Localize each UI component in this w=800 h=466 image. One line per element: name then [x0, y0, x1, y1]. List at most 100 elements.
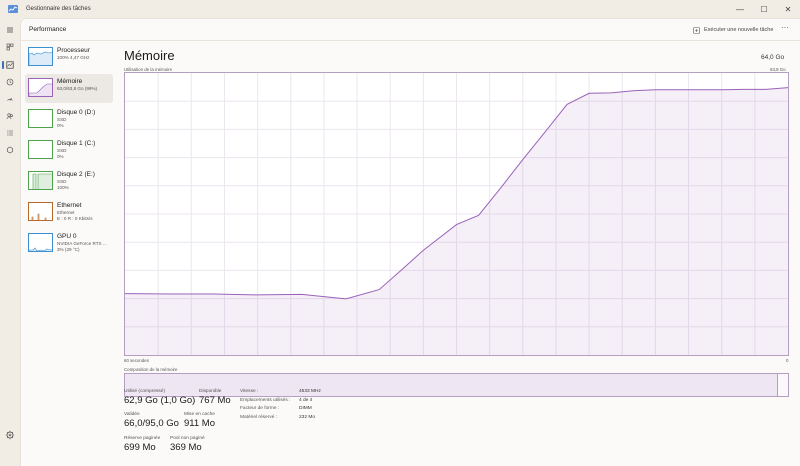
spec-row: Vitesse : 4533 MHz	[240, 389, 321, 398]
stat-available-value: 767 Mo	[199, 395, 231, 406]
stat-nonpaged-pool-value: 369 Mo	[170, 442, 202, 453]
sidebar-item-detail: 0%	[57, 153, 64, 159]
composition-free-segment	[778, 374, 788, 396]
sidebar-item-text: Disque 0 (D:) SSD 0%	[57, 105, 95, 134]
sidebar-item-name: GPU 0	[57, 233, 77, 240]
sidebar-sparkline-path	[29, 247, 52, 251]
task-manager-app-icon	[8, 5, 18, 13]
performance-icon[interactable]	[5, 60, 15, 70]
chart-axis-right: 0	[786, 358, 789, 363]
sidebar-sparkline	[31, 213, 47, 220]
sidebar-sparkline	[29, 247, 52, 251]
stat-in-use: Utilisé (compressé) 62,9 Go (1,0 Go)	[124, 389, 195, 406]
sidebar-item-text: Disque 1 (C:) SSD 0%	[57, 136, 95, 165]
sidebar-item-name: Disque 1 (C:)	[57, 140, 96, 147]
startup-icon[interactable]	[5, 94, 15, 104]
sidebar-sparkline-path	[32, 173, 52, 189]
run-new-task-label: Exécuter une nouvelle tâche	[704, 27, 774, 33]
detail-title: Mémoire	[124, 48, 175, 63]
sidebar-item-name: Ethernet	[57, 202, 82, 209]
sidebar-item-m-moire[interactable]: Mémoire 63,0/63,8 Go (99%)	[25, 74, 113, 103]
sidebar-sparkline-path	[31, 213, 47, 220]
spec-value: 4533 MHz	[299, 389, 321, 394]
sidebar-item-detail: 0%	[57, 122, 64, 128]
stat-in-use-value: 62,9 Go (1,0 Go)	[124, 395, 196, 406]
sidebar-sparkline-path	[29, 83, 52, 96]
sidebar-sparkline	[32, 173, 52, 189]
hamburger-icon[interactable]	[5, 25, 15, 35]
stat-available: Disponible 767 Mo	[199, 389, 231, 406]
spec-row: Emplacements utilisés : 4 de 4	[240, 398, 321, 407]
navigation-rail	[0, 18, 20, 466]
sidebar-item-detail: 100% 4,47 GHz	[57, 54, 90, 60]
memory-specs: Vitesse : 4533 MHz Emplacements utilisés …	[240, 389, 321, 423]
memory-usage-chart	[124, 72, 789, 356]
sidebar-thumbnail	[28, 78, 53, 97]
maximize-button[interactable]: ☐	[752, 0, 776, 18]
sidebar-item-detail: NVIDIA GeForce RTX ...	[57, 240, 107, 246]
spec-key: Matériel réservé :	[240, 414, 278, 420]
memory-total: 64,0 Go	[761, 54, 785, 61]
sidebar-item-disque-1-c[interactable]: Disque 1 (C:) SSD 0%	[25, 136, 113, 165]
spec-key: Facteur de forme :	[240, 406, 280, 411]
spec-key: Emplacements utilisés :	[240, 397, 291, 403]
sidebar-item-text: Disque 2 (E:) SSD 100%	[57, 167, 95, 196]
rail-selection-indicator	[2, 61, 4, 69]
stat-cached-value: 911 Mo	[184, 418, 215, 429]
memory-usage-svg	[125, 73, 788, 355]
page-title: Performance	[29, 26, 67, 33]
sidebar-item-name: Disque 2 (E:)	[57, 171, 95, 178]
sidebar-sparkline-path	[29, 51, 52, 65]
sidebar-item-gpu-0[interactable]: GPU 0 NVIDIA GeForce RTX ... 3% (29 °C)	[25, 229, 113, 258]
sidebar-item-detail: E : 0 R : 0 Kbits/s	[57, 215, 93, 221]
sidebar-item-name: Disque 0 (D:)	[57, 109, 96, 116]
sidebar-item-text: Mémoire 63,0/63,8 Go (99%)	[57, 74, 97, 103]
sidebar-item-processeur[interactable]: Processeur 100% 4,47 GHz	[25, 43, 113, 72]
page-header: Performance Exécuter une nouvelle tâche …	[21, 19, 800, 41]
sidebar-item-text: GPU 0 NVIDIA GeForce RTX ... 3% (29 °C)	[57, 229, 107, 258]
sidebar-sparkline	[29, 83, 52, 96]
chart-axis-left: 60 secondes	[124, 358, 149, 363]
services-icon[interactable]	[5, 145, 15, 155]
stat-committed: Validée 66,0/95,0 Go	[124, 412, 179, 429]
sidebar-item-name: Processeur	[57, 47, 90, 54]
spec-value: DIMM	[299, 406, 312, 411]
sidebar-item-detail: 100%	[57, 184, 69, 190]
spec-key: Vitesse :	[240, 389, 259, 394]
history-icon[interactable]	[5, 77, 15, 87]
run-task-icon	[693, 26, 700, 34]
sidebar-thumbnail	[28, 47, 53, 66]
sidebar-sparkline	[29, 51, 52, 65]
sidebar-item-name: Mémoire	[57, 78, 83, 85]
spec-row: Matériel réservé : 232 Mo	[240, 415, 321, 424]
spec-value: 232 Mo	[299, 414, 315, 420]
composition-label: Composition de la mémoire	[124, 367, 178, 372]
settings-icon[interactable]	[5, 430, 15, 440]
title-bar: Gestionnaire des tâches — ☐ ✕	[0, 0, 800, 18]
main-panel: Performance Exécuter une nouvelle tâche …	[20, 18, 800, 466]
details-icon[interactable]	[5, 128, 15, 138]
sidebar-item-detail: 3% (29 °C)	[57, 246, 80, 252]
sidebar-item-text: Processeur 100% 4,47 GHz	[57, 43, 90, 72]
minimize-button[interactable]: —	[728, 0, 752, 18]
sidebar-thumbnail	[28, 202, 53, 221]
stat-paged-pool-value: 699 Mo	[124, 442, 156, 453]
stat-nonpaged-pool: Pool non paginé 369 Mo	[170, 436, 205, 453]
processes-icon[interactable]	[5, 42, 15, 52]
run-new-task-button[interactable]: Exécuter une nouvelle tâche	[693, 24, 773, 36]
sidebar-thumbnail	[28, 233, 53, 252]
close-button[interactable]: ✕	[776, 0, 800, 18]
more-options-button[interactable]: ···	[781, 24, 789, 32]
sidebar-item-ethernet[interactable]: Ethernet Ethernet E : 0 R : 0 Kbits/s	[25, 198, 113, 227]
window-title: Gestionnaire des tâches	[26, 6, 91, 12]
sidebar-thumbnail	[28, 109, 53, 128]
sidebar-thumbnail	[28, 171, 53, 190]
stat-cached: Mise en cache 911 Mo	[184, 412, 215, 429]
spec-row: Facteur de forme : DIMM	[240, 406, 321, 415]
sidebar-thumbnail	[28, 140, 53, 159]
sidebar-item-detail: 63,0/63,8 Go (99%)	[57, 85, 98, 91]
sidebar-item-disque-0-d[interactable]: Disque 0 (D:) SSD 0%	[25, 105, 113, 134]
users-icon[interactable]	[5, 111, 15, 121]
performance-list: Processeur 100% 4,47 GHz Mémoire 63,0/63,8 …	[25, 43, 113, 260]
sidebar-item-disque-2-e[interactable]: Disque 2 (E:) SSD 100%	[25, 167, 113, 196]
